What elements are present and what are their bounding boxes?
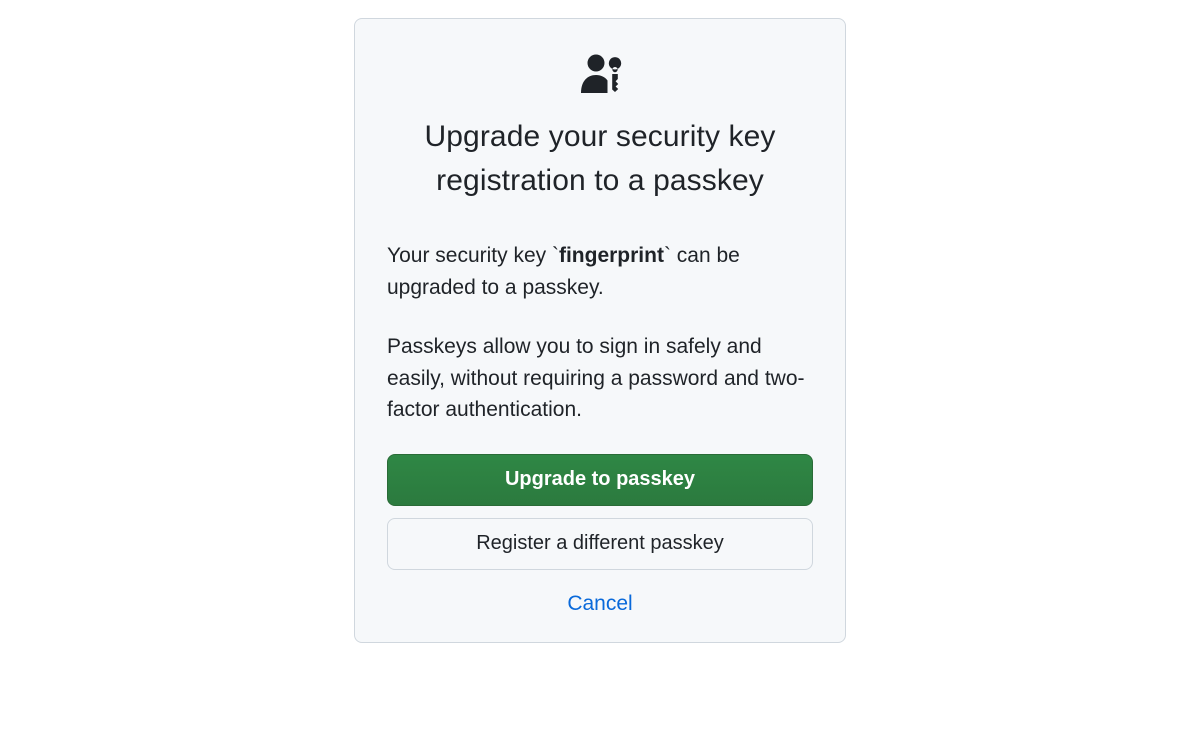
body-prefix: Your security key ` [387, 244, 559, 267]
register-different-passkey-button[interactable]: Register a different passkey [387, 518, 813, 570]
body-paragraph-2: Passkeys allow you to sign in safely and… [387, 331, 813, 426]
security-key-name: fingerprint [559, 244, 664, 267]
passkey-icon [574, 53, 626, 93]
dialog-heading: Upgrade your security key registration t… [387, 115, 813, 202]
cancel-link[interactable]: Cancel [567, 592, 632, 616]
upgrade-to-passkey-button[interactable]: Upgrade to passkey [387, 454, 813, 506]
upgrade-passkey-dialog: Upgrade your security key registration t… [354, 18, 846, 643]
dialog-body: Your security key `fingerprint` can be u… [387, 240, 813, 426]
body-paragraph-1: Your security key `fingerprint` can be u… [387, 240, 813, 303]
